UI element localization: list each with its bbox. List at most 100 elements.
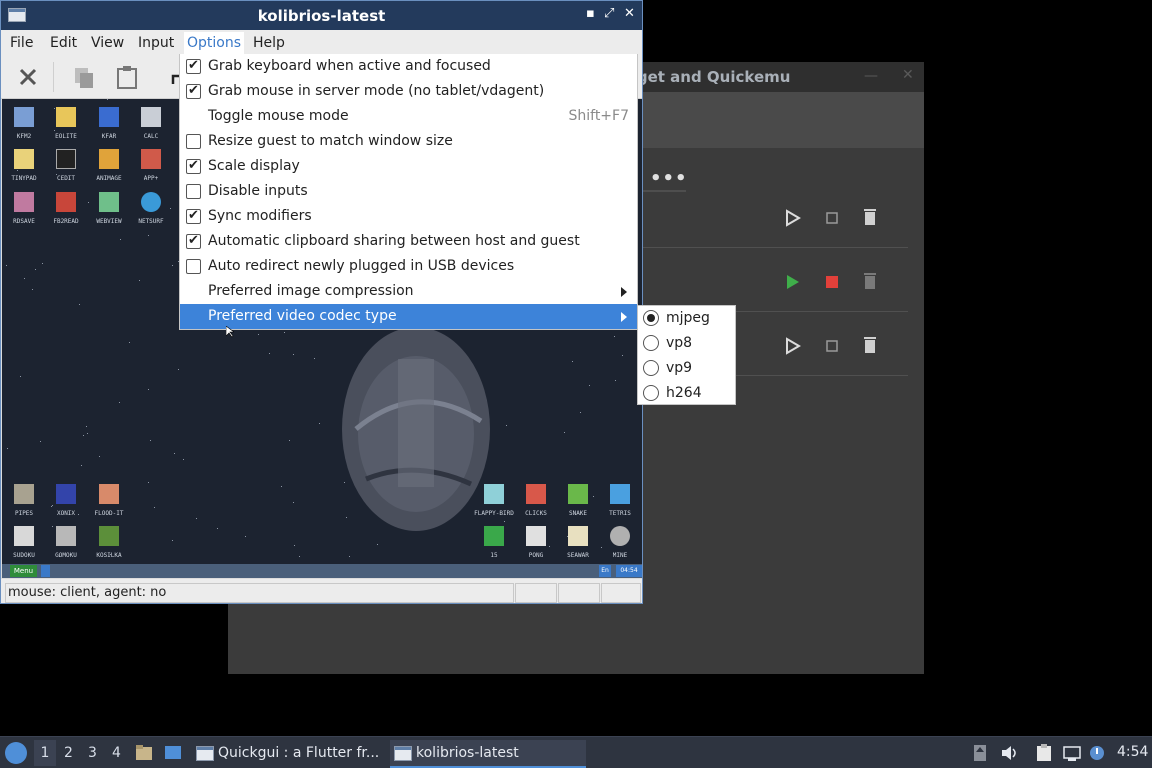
radio-unselected-icon[interactable] — [643, 360, 659, 376]
menu-item-clipboard-sharing[interactable]: Automatic clipboard sharing between host… — [180, 229, 637, 254]
checkbox-unchecked-icon[interactable] — [186, 134, 201, 149]
menu-item-grab-mouse[interactable]: Grab mouse in server mode (no tablet/vda… — [180, 79, 637, 104]
workspace-4[interactable]: 4 — [112, 745, 121, 761]
menu-edit[interactable]: Edit — [50, 35, 77, 51]
play-icon[interactable] — [782, 272, 802, 292]
menu-file[interactable]: File — [10, 35, 33, 51]
star — [139, 280, 140, 281]
start-menu-icon[interactable] — [5, 742, 27, 764]
desktop-icon[interactable]: ANIMAGE — [88, 149, 130, 182]
codec-option-vp8[interactable]: vp8 — [638, 331, 735, 356]
menu-item-disable-inputs[interactable]: Disable inputs — [180, 179, 637, 204]
codec-option-h264[interactable]: h264 — [638, 381, 735, 406]
checkbox-unchecked-icon[interactable] — [186, 184, 201, 199]
desktop-icon[interactable]: XONIX — [45, 484, 87, 517]
desktop-icon[interactable]: CALC — [130, 107, 172, 140]
desktop-icon[interactable]: 15 — [473, 526, 515, 559]
codec-option-vp9[interactable]: vp9 — [638, 356, 735, 381]
show-desktop-icon[interactable] — [164, 744, 182, 762]
panel-clock[interactable]: 4:54 — [1117, 744, 1148, 760]
codec-option-mjpeg[interactable]: mjpeg — [638, 306, 735, 331]
desktop-icon[interactable]: SUDOKU — [3, 526, 45, 559]
desktop-icon[interactable]: FLAPPY-BIRD — [473, 484, 515, 517]
menu-help[interactable]: Help — [253, 35, 285, 51]
desktop-icon[interactable]: TETRIS — [599, 484, 641, 517]
close-icon[interactable]: ✕ — [902, 67, 914, 83]
desktop-icon[interactable]: FB2READ — [45, 192, 87, 225]
desktop-icon[interactable]: MINE — [599, 526, 641, 559]
menu-input[interactable]: Input — [138, 35, 174, 51]
checkbox-checked-icon[interactable] — [186, 208, 201, 224]
network-icon[interactable] — [1063, 744, 1081, 762]
status-cell — [515, 583, 557, 603]
desktop-icon[interactable]: WEBVIEW — [88, 192, 130, 225]
minimize-icon[interactable]: ▪ — [586, 6, 595, 21]
menu-item-scale-display[interactable]: Scale display — [180, 154, 637, 179]
radio-selected-icon[interactable] — [643, 310, 659, 326]
file-manager-icon[interactable] — [135, 744, 153, 762]
desktop-icon[interactable]: SNAKE — [557, 484, 599, 517]
menu-item-usb-redirect[interactable]: Auto redirect newly plugged in USB devic… — [180, 254, 637, 279]
minimize-icon[interactable]: — — [864, 68, 878, 84]
close-icon[interactable]: ✕ — [624, 6, 635, 21]
desktop-icon[interactable]: SEAWAR — [557, 526, 599, 559]
radio-unselected-icon[interactable] — [643, 385, 659, 401]
maximize-icon[interactable]: ⤢ — [604, 6, 614, 21]
guest-clock: 04:54 — [616, 565, 642, 577]
desktop-icon[interactable]: RDSAVE — [3, 192, 45, 225]
desktop-icon[interactable]: KFAR — [88, 107, 130, 140]
menu-options[interactable]: Options — [184, 32, 245, 56]
menu-item-video-codec[interactable]: Preferred video codec type — [180, 304, 637, 329]
task-kolibrios[interactable]: kolibrios-latest — [390, 740, 586, 768]
close-connection-icon[interactable] — [15, 64, 41, 90]
trash-icon[interactable] — [860, 207, 880, 227]
checkbox-checked-icon[interactable] — [186, 58, 201, 74]
workspace-3[interactable]: 3 — [88, 745, 97, 761]
clipboard-icon[interactable] — [1035, 744, 1053, 762]
menu-item-grab-keyboard[interactable]: Grab keyboard when active and focused — [180, 54, 637, 79]
play-icon[interactable] — [782, 208, 802, 228]
play-icon[interactable] — [782, 336, 802, 356]
volume-icon[interactable] — [1000, 744, 1018, 762]
desktop-icon[interactable]: TINYPAD — [3, 149, 45, 182]
checkbox-checked-icon[interactable] — [186, 158, 201, 174]
updates-icon[interactable] — [971, 744, 989, 762]
desktop-icon[interactable]: KFM2 — [3, 107, 45, 140]
guest-language-indicator[interactable]: En — [599, 565, 611, 577]
paste-icon[interactable] — [114, 64, 140, 90]
radio-unselected-icon[interactable] — [643, 335, 659, 351]
star — [20, 376, 21, 377]
desktop-icon[interactable]: FLOOD-IT — [88, 484, 130, 517]
desktop-icon[interactable]: PONG — [515, 526, 557, 559]
desktop-icon[interactable]: CLICKS — [515, 484, 557, 517]
checkbox-checked-icon[interactable] — [186, 233, 201, 249]
task-quickgui[interactable]: Quickgui : a Flutter fr... — [192, 740, 386, 768]
quickgui-title: ckget and Quickemu — [618, 68, 791, 86]
desktop-icon[interactable]: GOMOKU — [45, 526, 87, 559]
menu-item-resize-guest[interactable]: Resize guest to match window size — [180, 129, 637, 154]
desktop-icon[interactable]: PIPES — [3, 484, 45, 517]
desktop-icon[interactable]: CEDIT — [45, 149, 87, 182]
desktop-icon[interactable]: KOSILKA — [88, 526, 130, 559]
stop-icon[interactable] — [822, 208, 842, 228]
trash-icon[interactable] — [860, 271, 880, 291]
workspace-2[interactable]: 2 — [64, 745, 73, 761]
checkbox-checked-icon[interactable] — [186, 83, 201, 99]
copy-icon[interactable] — [71, 64, 97, 90]
desktop-icon[interactable]: NETSURF — [130, 192, 172, 225]
desktop-icon[interactable]: APP+ — [130, 149, 172, 182]
desktop-icon[interactable]: EOLITE — [45, 107, 87, 140]
menu-item-toggle-mouse-mode[interactable]: Toggle mouse mode Shift+F7 — [180, 104, 637, 129]
codec-submenu: mjpeg vp8 vp9 h264 — [637, 305, 736, 405]
notification-icon[interactable] — [1088, 744, 1106, 762]
menu-view[interactable]: View — [91, 35, 124, 51]
stop-icon[interactable] — [822, 336, 842, 356]
stop-icon[interactable] — [822, 272, 842, 292]
menu-item-image-compression[interactable]: Preferred image compression — [180, 279, 637, 304]
viewer-titlebar[interactable]: kolibrios-latest ▪ ⤢ ✕ — [1, 1, 642, 30]
checkbox-unchecked-icon[interactable] — [186, 259, 201, 274]
guest-menu-button[interactable]: Menu — [10, 565, 37, 577]
trash-icon[interactable] — [860, 335, 880, 355]
workspace-1[interactable]: 1 — [34, 740, 56, 766]
menu-item-sync-modifiers[interactable]: Sync modifiers — [180, 204, 637, 229]
